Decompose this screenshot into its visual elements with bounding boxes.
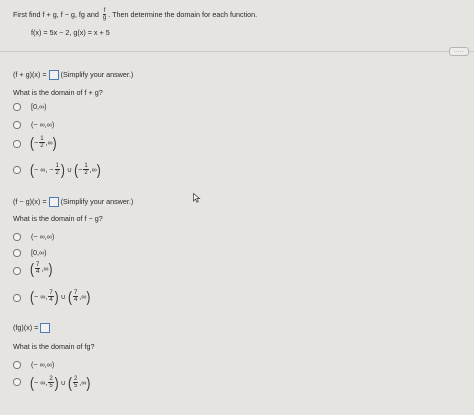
part2-option-d-radio[interactable] (13, 294, 21, 302)
part2-option-d-label: ( − ∞, 74 ) ∪ ( 74 ,∞ ) (30, 288, 91, 306)
instruction-pre: First find f + g, f − g, fg and (13, 9, 99, 19)
part2-option-c-label: ( 74 ,∞ ) (30, 260, 53, 278)
part1-option-b-label: (− ∞,∞) (31, 120, 55, 129)
part2-option-c-radio[interactable] (13, 267, 21, 275)
part2-question: What is the domain of f − g? (13, 214, 103, 223)
part1-question: What is the domain of f + g? (13, 88, 103, 97)
instruction-text: First find f + g, f − g, fg and f g . Th… (13, 8, 257, 22)
part1-option-b-radio[interactable] (13, 121, 21, 129)
part2-lhs: (f − g)(x) = (13, 197, 47, 206)
part3-answer-line: (fg)(x) = (13, 323, 52, 334)
part3-answer-input[interactable] (40, 323, 51, 334)
more-button[interactable]: ..... (449, 47, 469, 56)
header-divider (0, 51, 474, 52)
part3-option-a-radio[interactable] (13, 361, 21, 369)
part1-answer-line: (f + g)(x) = (Simplify your answer.) (13, 70, 134, 81)
part2-answer-input[interactable] (48, 197, 59, 208)
part2-option-a-radio[interactable] (13, 233, 21, 241)
part1-lhs: (f + g)(x) = (13, 70, 47, 79)
part2-answer-line: (f − g)(x) = (Simplify your answer.) (13, 197, 134, 208)
f-over-g-fraction: f g (102, 8, 107, 22)
part2-option-a-label: (− ∞,∞) (31, 232, 55, 241)
part1-option-d-radio[interactable] (13, 166, 21, 174)
part1-option-c-radio[interactable] (13, 140, 21, 148)
part3-option-a-label: (− ∞,∞) (31, 360, 55, 369)
part1-hint: (Simplify your answer.) (60, 70, 134, 79)
part3-option-b-radio[interactable] (13, 378, 21, 386)
part1-option-d-label: ( − ∞, − 12 ) ∪ ( − 12 ,∞ ) (30, 161, 101, 179)
part3-lhs: (fg)(x) = (13, 323, 39, 332)
part3-option-b-label: ( − ∞, 25 ) ∪ ( 25 ,∞ ) (30, 374, 91, 392)
part1-option-c-label: ( − 12 ,∞ ) (30, 134, 57, 152)
part2-hint: (Simplify your answer.) (60, 197, 134, 206)
part1-option-a-radio[interactable] (13, 103, 21, 111)
function-definitions: f(x) = 5x − 2, g(x) = x + 5 (31, 28, 110, 37)
part1-option-a-label: [0,∞) (31, 102, 47, 111)
part1-answer-input[interactable] (48, 70, 59, 81)
part2-option-b-radio[interactable] (13, 249, 21, 257)
instruction-post: . Then determine the domain for each fun… (108, 9, 258, 19)
part3-question: What is the domain of fg? (13, 342, 95, 351)
mouse-cursor-icon (193, 193, 201, 203)
part2-option-b-label: [0,∞) (31, 248, 47, 257)
